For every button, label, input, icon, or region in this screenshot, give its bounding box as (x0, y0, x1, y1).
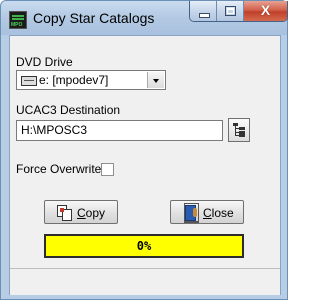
app-icon[interactable]: MPO (9, 11, 27, 29)
force-overwrite-label: Force Overwrite (16, 162, 102, 176)
app-icon-label: MPO (11, 22, 23, 28)
force-overwrite-checkbox[interactable] (101, 163, 114, 176)
close-window-button[interactable]: X (244, 1, 287, 21)
browse-destination-button[interactable] (228, 118, 250, 142)
minimize-icon (199, 13, 210, 18)
exit-door-icon (184, 203, 199, 223)
progress-percent: 0% (136, 239, 152, 253)
copy-icon (57, 205, 72, 221)
copy-button-label: Copy (77, 206, 106, 220)
close-button-label: Close (203, 206, 234, 220)
ucac3-destination-input[interactable]: H:\MPOSC3 (16, 120, 223, 141)
copy-progress-bar: 0% (44, 234, 244, 258)
maximize-icon (225, 6, 236, 16)
dialog-client-area: DVD Drive e: [mpodev7] UCAC3 Destination… (9, 35, 281, 295)
copy-button[interactable]: Copy (44, 200, 118, 224)
status-bar (10, 268, 280, 295)
copy-star-catalogs-window: MPO Copy Star Catalogs X DVD Drive e: [m… (0, 0, 288, 300)
folder-tree-icon (233, 123, 246, 137)
minimize-button[interactable] (190, 1, 217, 21)
chevron-down-icon[interactable] (147, 72, 164, 88)
close-button[interactable]: Close (170, 200, 244, 224)
maximize-button[interactable] (217, 1, 244, 21)
drive-icon (21, 76, 37, 86)
window-title: Copy Star Catalogs (33, 10, 155, 26)
dvd-drive-label: DVD Drive (16, 55, 73, 69)
ucac3-destination-label: UCAC3 Destination (16, 103, 121, 117)
close-icon: X (260, 2, 271, 18)
dvd-drive-selected-value: e: [mpodev7] (39, 73, 109, 87)
title-bar[interactable]: MPO Copy Star Catalogs X (1, 1, 288, 35)
caption-buttons: X (189, 1, 288, 22)
dvd-drive-select[interactable]: e: [mpodev7] (16, 70, 166, 90)
